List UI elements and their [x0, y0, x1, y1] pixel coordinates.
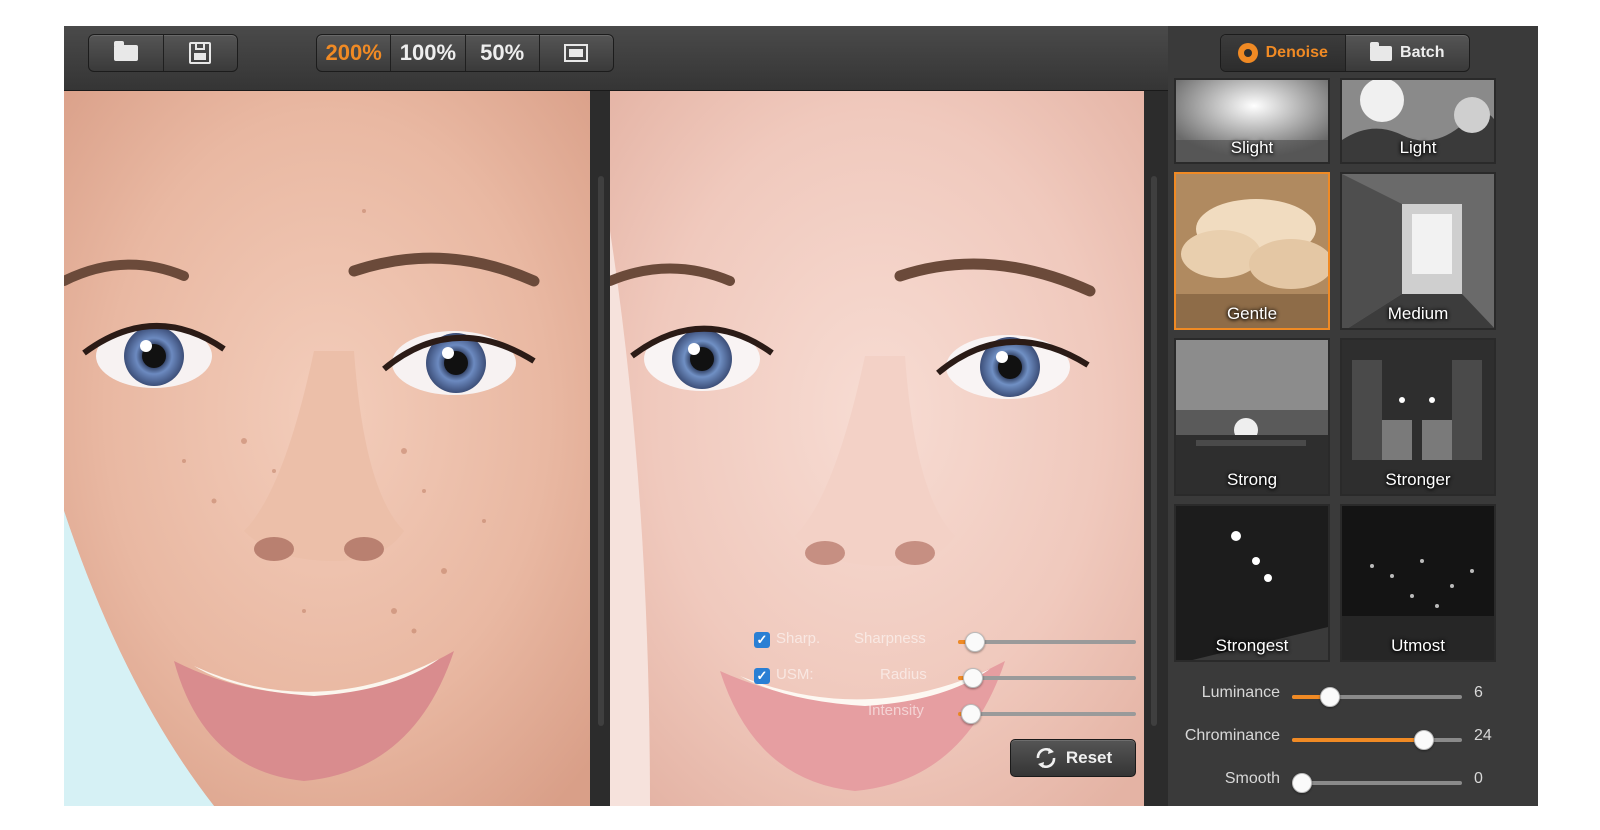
right-scrollbar[interactable]: [1151, 176, 1157, 726]
luminance-slider-knob[interactable]: [1320, 687, 1341, 707]
tab-batch-label: Batch: [1400, 44, 1445, 61]
preset-label: Strong: [1226, 470, 1278, 489]
smooth-slider-knob[interactable]: [1291, 773, 1312, 793]
sharp-checkbox[interactable]: ✓: [754, 632, 770, 648]
radius-slider-knob[interactable]: [963, 668, 984, 688]
usm-checkbox[interactable]: ✓: [754, 668, 770, 684]
preset-label: Stronger: [1385, 470, 1451, 489]
tab-denoise-label: Denoise: [1265, 44, 1328, 61]
fit-to-screen-icon: [564, 44, 589, 62]
refresh-icon: [1036, 747, 1056, 769]
tab-batch[interactable]: Batch: [1346, 35, 1470, 71]
chrominance-slider-knob[interactable]: [1413, 730, 1434, 750]
sharpness-row: ✓ Sharp. Sharpness: [754, 626, 1144, 656]
smooth-label: Smooth: [1224, 770, 1280, 787]
open-button[interactable]: [89, 35, 164, 71]
preset-label: Light: [1399, 138, 1437, 157]
mode-switch: Denoise Batch: [1220, 34, 1470, 72]
luminance-row: Luminance 6: [1168, 680, 1538, 710]
intensity-label: Intensity: [868, 702, 924, 719]
denoise-sidebar: Denoise Batch Slight Light Gentle Medium: [1168, 26, 1538, 806]
preset-light[interactable]: Light: [1340, 78, 1496, 164]
usm-radius-row: ✓ USM: Radius: [754, 662, 1144, 692]
smooth-row: Smooth 0: [1168, 766, 1538, 796]
toolbar: 200% 100% 50%: [64, 26, 1202, 91]
luminance-slider[interactable]: [1292, 687, 1462, 707]
usm-check-label: USM:: [776, 666, 814, 683]
app-window: 200% 100% 50% ✓ Sharp. Sharpness ✓ USM: …: [64, 26, 1538, 806]
luminance-label: Luminance: [1201, 684, 1280, 701]
intensity-slider-knob[interactable]: [961, 704, 982, 724]
preset-strongest[interactable]: Strongest: [1174, 504, 1330, 662]
folder-open-icon: [113, 41, 138, 61]
luminance-value: 6: [1474, 684, 1483, 701]
radius-slider[interactable]: [958, 668, 1136, 688]
sharp-check-label: Sharp.: [776, 630, 821, 647]
sharpness-slider-knob[interactable]: [965, 632, 986, 652]
zoom-50-button[interactable]: 50%: [466, 35, 540, 71]
zoom-200-button[interactable]: 200%: [317, 35, 392, 71]
preset-stronger[interactable]: Stronger: [1340, 338, 1496, 496]
chrominance-row: Chrominance 24: [1168, 723, 1538, 753]
smooth-slider[interactable]: [1291, 773, 1462, 793]
smooth-value: 0: [1474, 770, 1483, 787]
intensity-slider[interactable]: [958, 704, 1136, 724]
save-button[interactable]: [164, 35, 238, 71]
sharpness-slider[interactable]: [958, 632, 1136, 652]
preset-label: Medium: [1387, 304, 1449, 323]
tab-denoise[interactable]: Denoise: [1221, 35, 1346, 71]
intensity-row: Intensity: [754, 698, 1144, 728]
reset-label: Reset: [1065, 748, 1113, 767]
save-icon: [189, 42, 212, 64]
gear-icon: [1237, 43, 1258, 63]
preset-label: Gentle: [1226, 304, 1278, 323]
chrominance-label: Chrominance: [1184, 727, 1280, 744]
preset-utmost[interactable]: Utmost: [1340, 504, 1496, 662]
preset-slight[interactable]: Slight: [1174, 78, 1330, 164]
fit-screen-button[interactable]: [540, 35, 613, 71]
radius-label: Radius: [880, 666, 927, 683]
folder-icon: [1370, 41, 1393, 61]
zoom-100-button[interactable]: 100%: [391, 35, 466, 71]
preset-label: Strongest: [1215, 636, 1289, 655]
reset-button[interactable]: Reset: [1010, 739, 1136, 777]
preset-label: Utmost: [1391, 636, 1445, 655]
preset-medium[interactable]: Medium: [1340, 172, 1496, 330]
preset-gentle[interactable]: Gentle: [1174, 172, 1330, 330]
chrominance-slider[interactable]: [1292, 730, 1462, 750]
chrominance-value: 24: [1474, 727, 1492, 744]
file-button-group: [88, 34, 238, 72]
zoom-button-group: 200% 100% 50%: [316, 34, 614, 72]
left-scrollbar[interactable]: [598, 176, 604, 726]
sharpness-label: Sharpness: [854, 630, 926, 647]
chrominance-slider-fill: [1292, 738, 1423, 742]
original-photo[interactable]: [64, 91, 590, 806]
preset-strong[interactable]: Strong: [1174, 338, 1330, 496]
preset-label: Slight: [1230, 138, 1274, 157]
